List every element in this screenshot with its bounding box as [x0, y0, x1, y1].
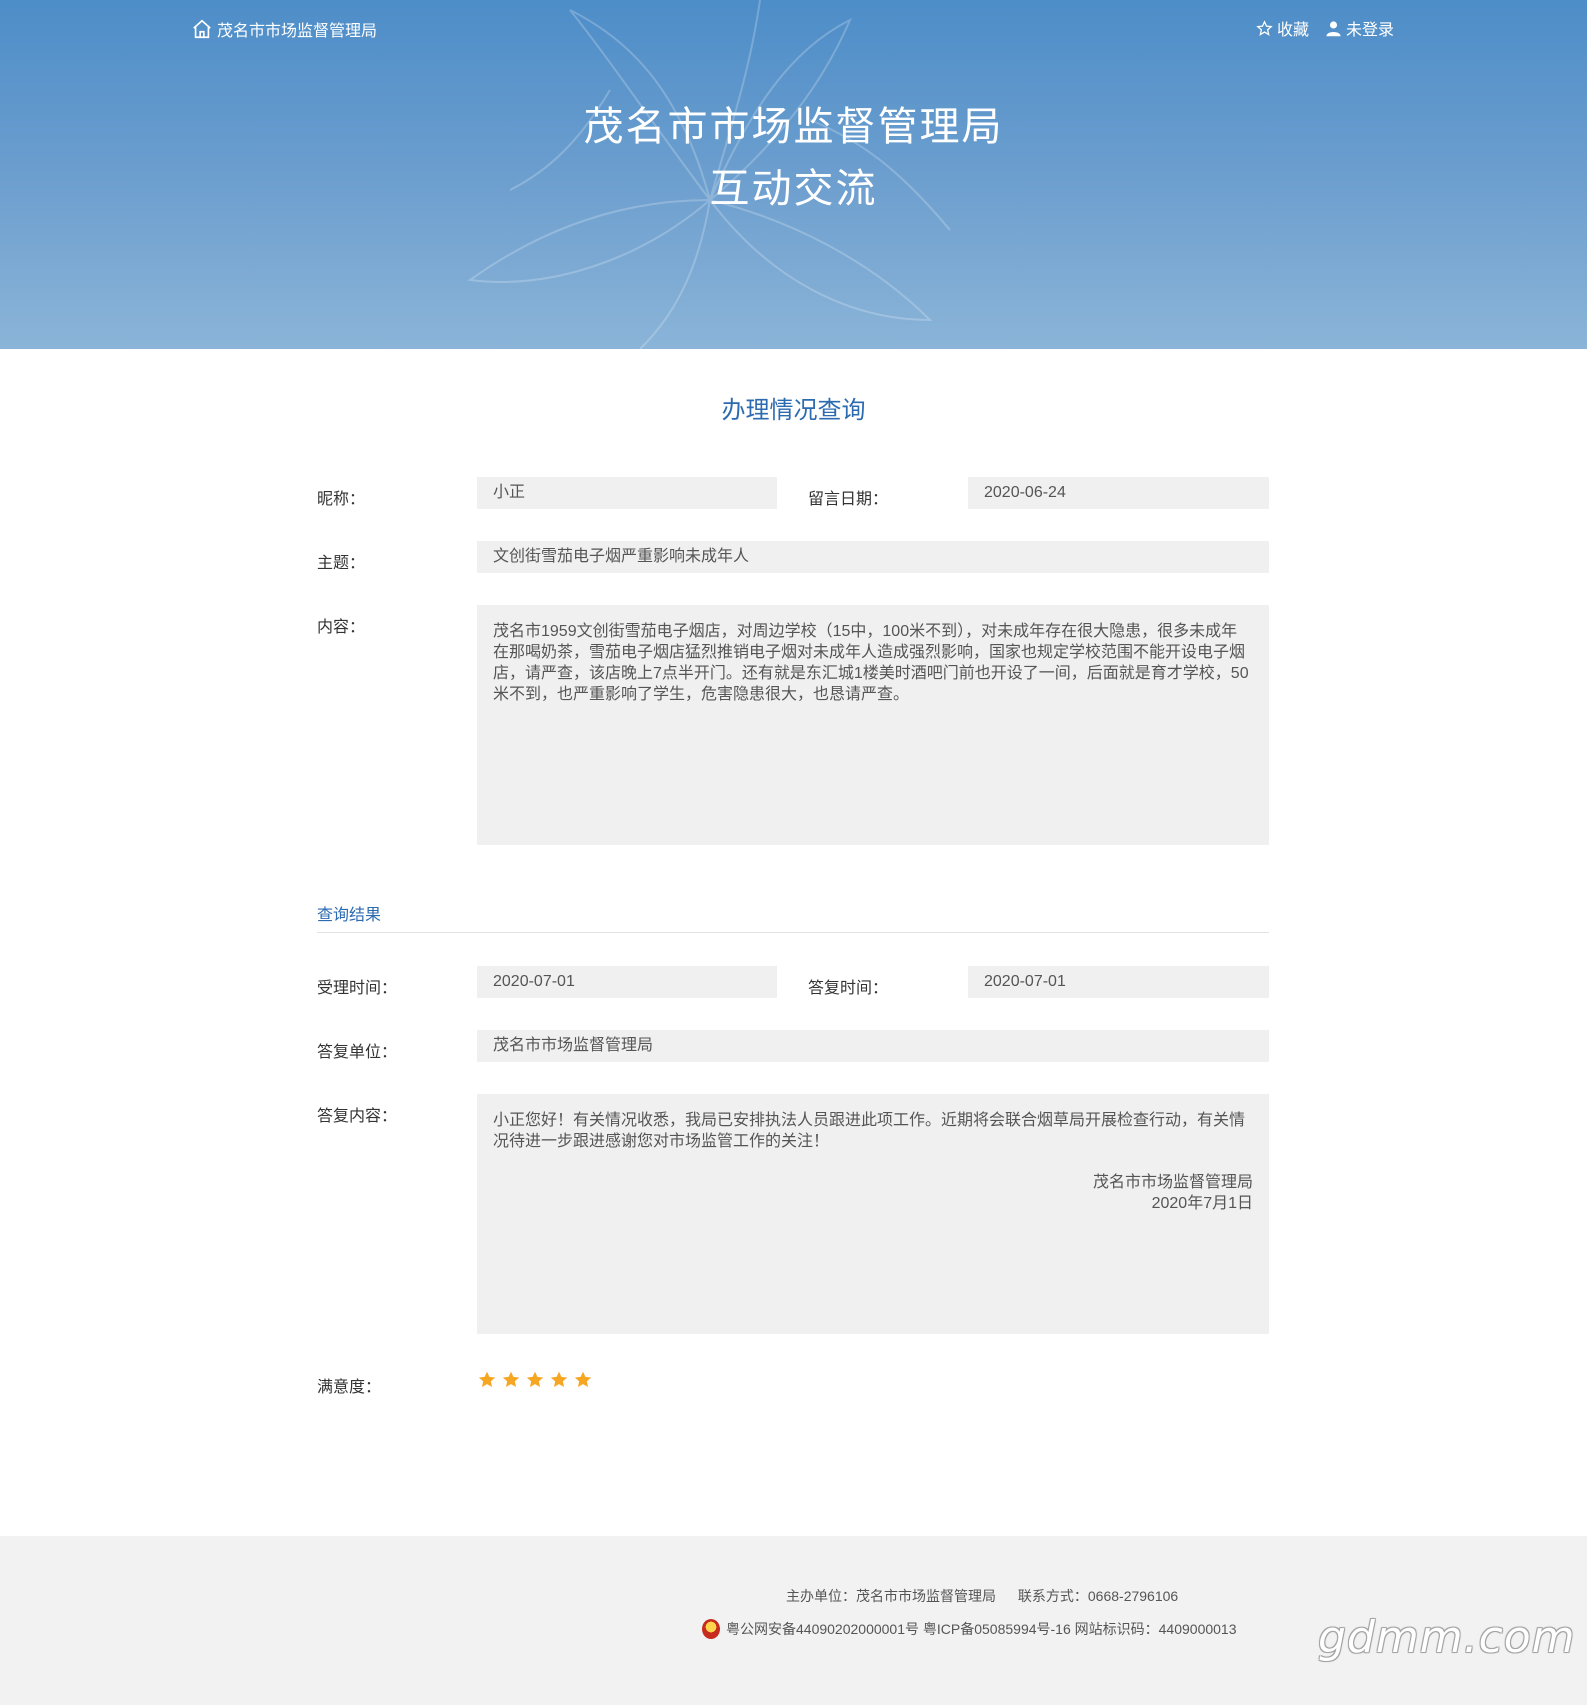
star-icon [550, 1371, 568, 1387]
accept-time-label: 受理时间： [317, 980, 398, 997]
login-link[interactable]: 未登录 [1325, 16, 1394, 40]
banner-title: 茂名市市场监督管理局 [583, 104, 1004, 150]
date-label: 留言日期： [808, 491, 889, 508]
content-label: 内容： [317, 619, 366, 636]
reply-content-text: 小正您好！有关情况收悉，我局已安排执法人员跟进此项工作。近期将会联合烟草局开展检… [493, 1112, 1246, 1150]
reply-signature: 茂名市市场监督管理局 2020年7月1日 [493, 1172, 1253, 1214]
reply-content-field: 小正您好！有关情况收悉，我局已安排执法人员跟进此项工作。近期将会联合烟草局开展检… [477, 1094, 1269, 1334]
star-outline-icon [1256, 19, 1273, 36]
reply-signature-date: 2020年7月1日 [1151, 1195, 1253, 1212]
home-link-label: 茂名市市场监督管理局 [217, 23, 378, 40]
reply-time-label: 答复时间： [808, 980, 889, 997]
reply-signature-org: 茂名市市场监督管理局 [1092, 1174, 1253, 1191]
star-icon [526, 1371, 544, 1387]
star-icon [574, 1371, 592, 1387]
nickname-field: 小正 [477, 477, 777, 509]
header-banner: 茂名市市场监督管理局 收藏 未登录 茂名市市场监督管理局 互动交流 [0, 0, 1587, 349]
subject-field: 文创街雪茄电子烟严重影响未成年人 [477, 541, 1269, 573]
reply-unit-label: 答复单位： [317, 1044, 398, 1061]
police-badge-icon [702, 1619, 720, 1639]
accept-time-field: 2020-07-01 [477, 966, 777, 998]
page-heading: 办理情况查询 [721, 397, 866, 424]
satisfaction-stars [477, 1370, 593, 1390]
footer: 主办单位：茂名市市场监督管理局 联系方式：0668-2796106 粤公网安备4… [0, 1536, 1587, 1705]
star-icon [502, 1371, 520, 1387]
date-field: 2020-06-24 [968, 477, 1269, 509]
favorite-label: 收藏 [1276, 22, 1309, 39]
star-icon [478, 1371, 496, 1387]
subject-label: 主题： [317, 555, 366, 572]
banner-subtitle: 互动交流 [709, 166, 878, 212]
watermark-logo: gdmm.com [1318, 1612, 1576, 1663]
footer-records-line: 粤公网安备44090202000001号 粤ICP备05085994号-16 网… [702, 1619, 1237, 1639]
footer-info-line: 主办单位：茂名市市场监督管理局 联系方式：0668-2796106 [786, 1586, 1178, 1606]
home-icon [193, 19, 211, 39]
footer-records[interactable]: 粤公网安备44090202000001号 粤ICP备05085994号-16 网… [726, 1619, 1237, 1639]
favorite-link[interactable]: 收藏 [1256, 16, 1309, 40]
user-icon [1326, 20, 1341, 36]
reply-unit-field: 茂名市市场监督管理局 [477, 1030, 1269, 1062]
top-right-links: 收藏 未登录 [1256, 16, 1394, 40]
login-label: 未登录 [1345, 22, 1394, 39]
nickname-label: 昵称： [317, 491, 366, 508]
home-link[interactable]: 茂名市市场监督管理局 [191, 17, 377, 41]
result-section-title: 查询结果 [317, 907, 382, 924]
satisfaction-label: 满意度： [317, 1379, 382, 1396]
reply-time-field: 2020-07-01 [968, 966, 1269, 998]
reply-content-label: 答复内容： [317, 1108, 398, 1125]
footer-sponsor: 主办单位：茂名市市场监督管理局 [786, 1588, 996, 1604]
section-divider [317, 932, 1269, 933]
content-field: 茂名市1959文创街雪茄电子烟店，对周边学校（15中，100米不到），对未成年存… [477, 605, 1269, 845]
footer-contact: 联系方式：0668-2796106 [1017, 1588, 1179, 1604]
content-text: 茂名市1959文创街雪茄电子烟店，对周边学校（15中，100米不到），对未成年存… [493, 623, 1249, 703]
